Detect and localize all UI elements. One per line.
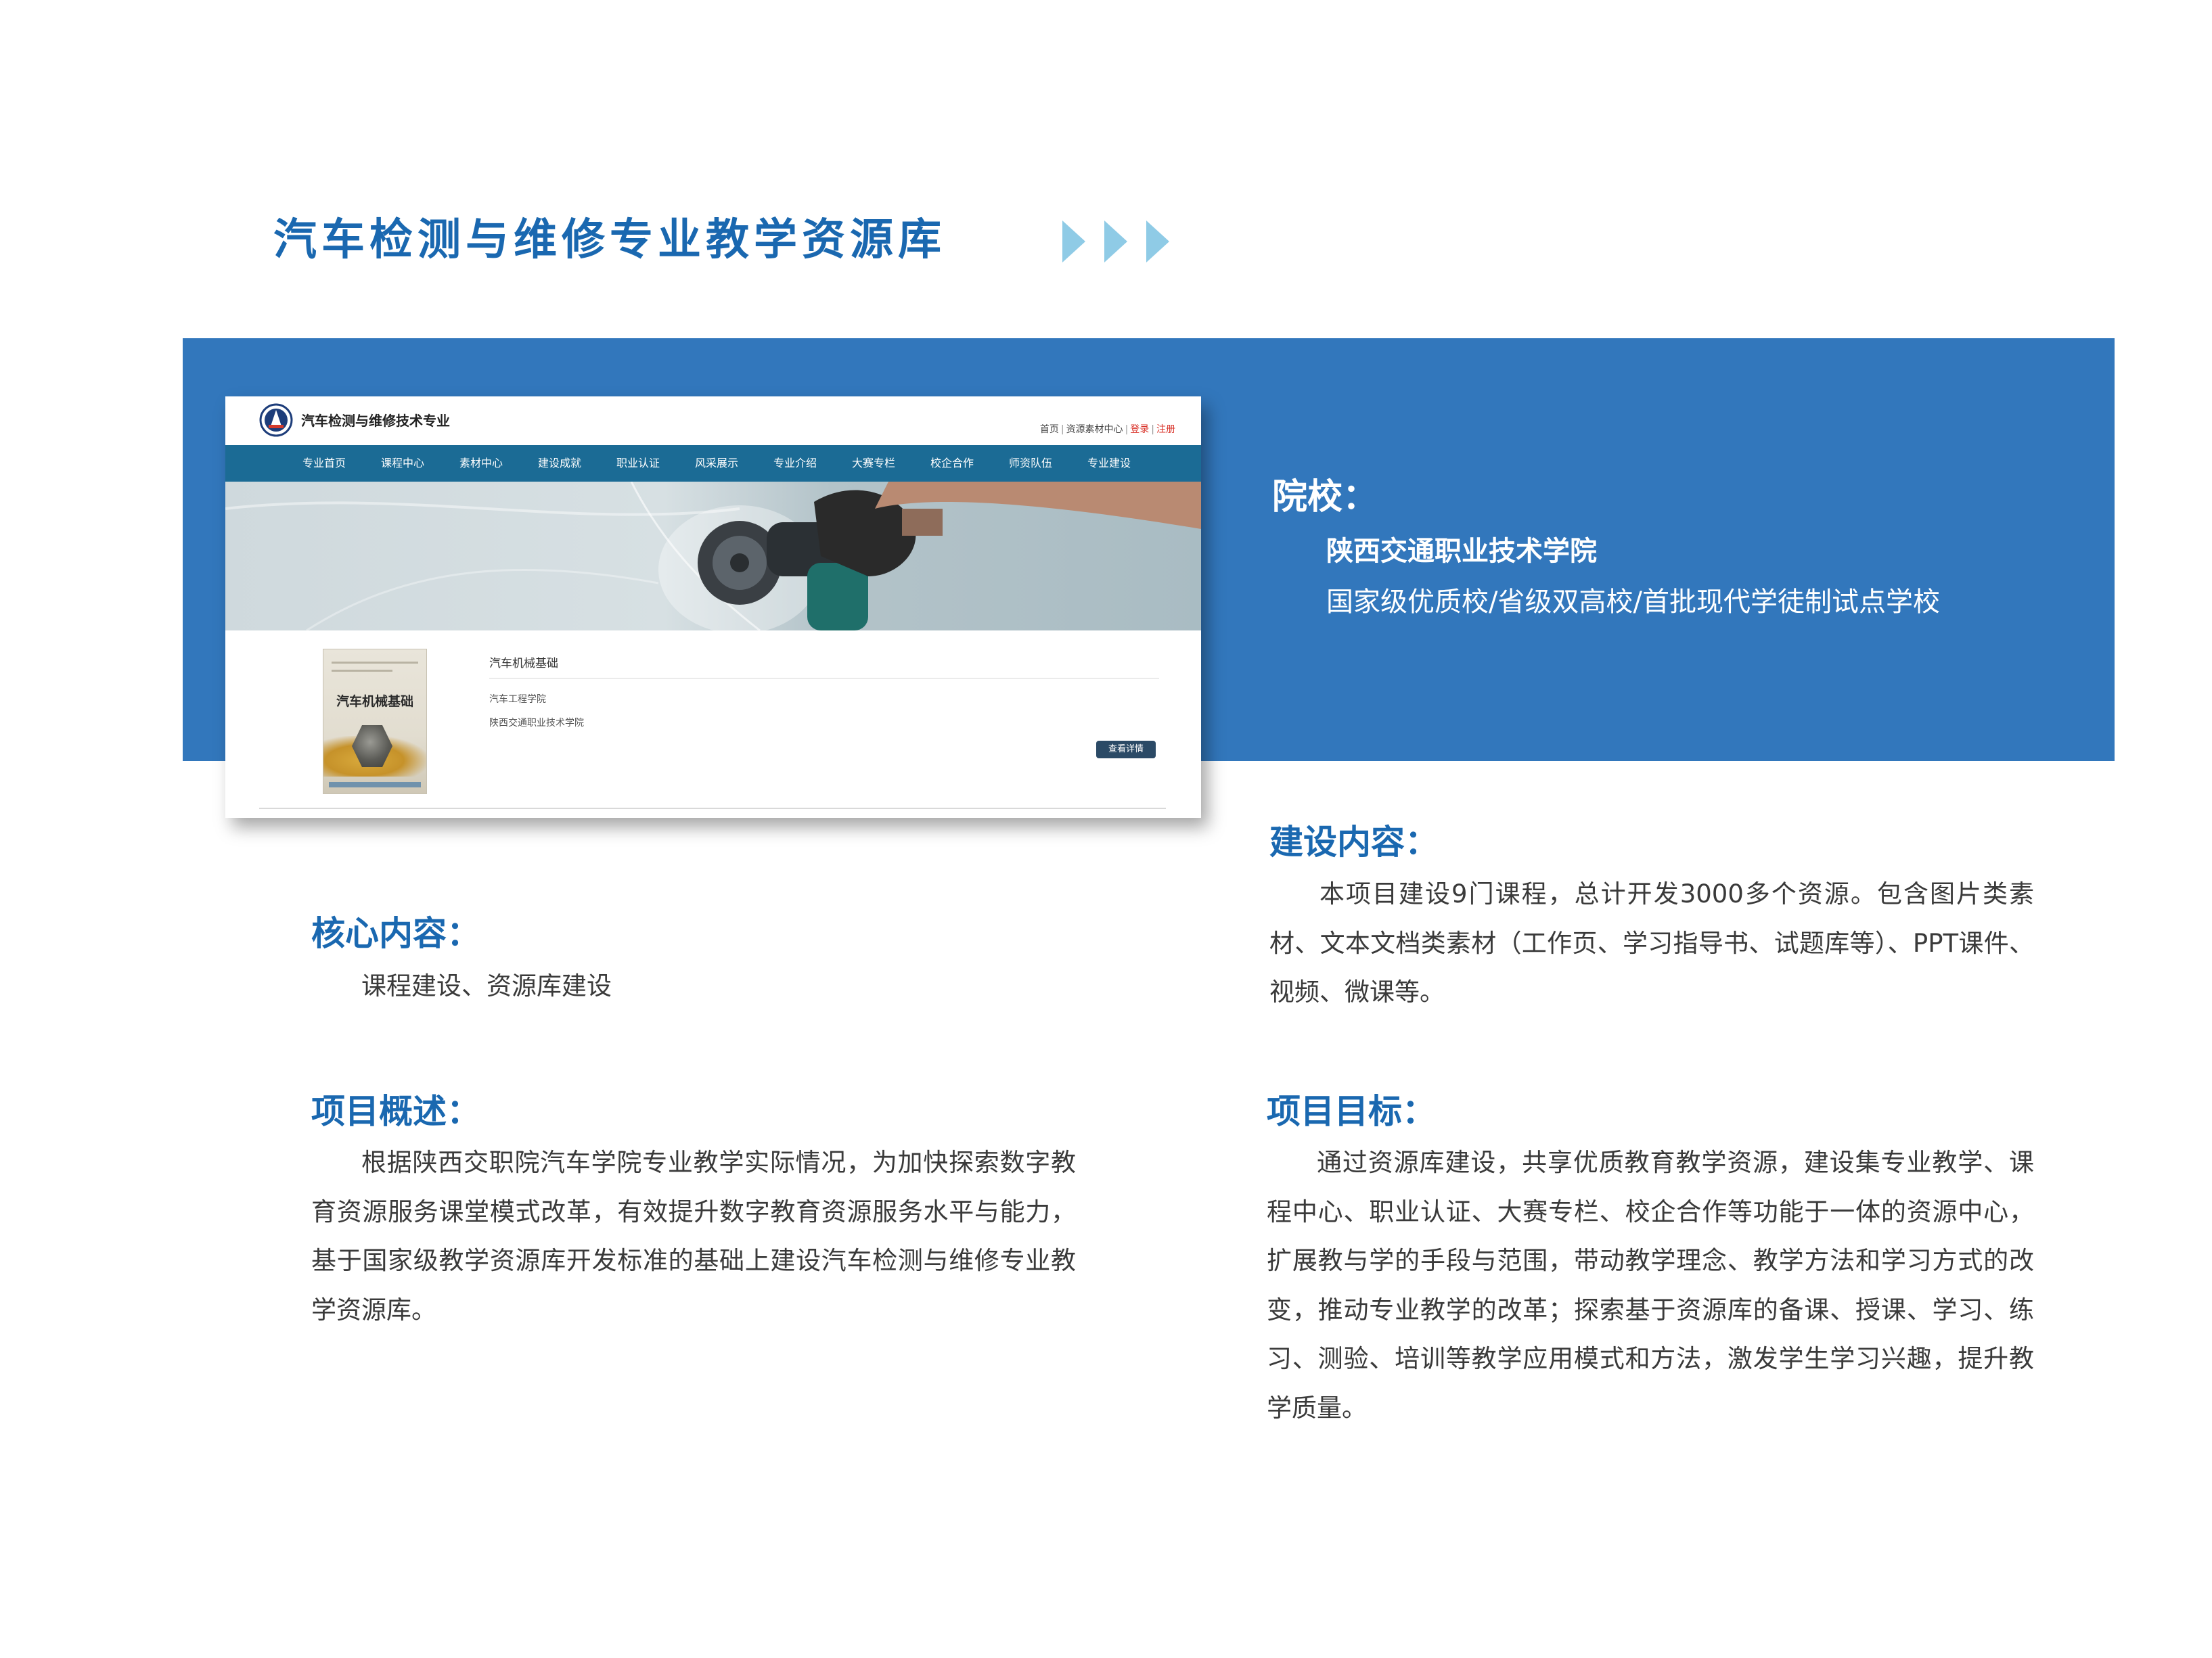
project-overview-title: 项目概述： [311, 1092, 480, 1131]
course-title[interactable]: 汽车机械基础 [489, 653, 558, 670]
nav-item-major-home[interactable]: 专业首页 [285, 445, 363, 482]
construction-content-body: 本项目建设9门课程，总计开发3000多个资源。包含图片类素材、文本文档类素材（工… [1269, 879, 2034, 1007]
course-department: 汽车工程学院 [489, 694, 546, 705]
divider [259, 808, 1166, 809]
book-cover-image: 汽车机械基础 [323, 649, 427, 794]
polisher-hand-image [225, 482, 1201, 630]
nav-item-course-center[interactable]: 课程中心 [363, 445, 442, 482]
nav-item-faculty[interactable]: 师资队伍 [991, 445, 1070, 482]
banner-image [225, 482, 1201, 630]
nav-item-competition[interactable]: 大赛专栏 [834, 445, 913, 482]
project-goal-title: 项目目标： [1267, 1092, 1436, 1131]
course-school: 陕西交通职业技术学院 [489, 718, 584, 729]
triple-arrow-icon [1062, 221, 1169, 262]
site-nav: 专业首页 课程中心 素材中心 建设成就 职业认证 风采展示 专业介绍 大赛专栏 … [225, 445, 1201, 482]
book-cover-title: 汽车机械基础 [336, 694, 413, 709]
core-content-title: 核心内容： [311, 914, 480, 953]
login-link[interactable]: 登录 [1130, 424, 1149, 435]
website-screenshot: 汽车检测与维修技术专业 首页 | 资源素材中心 | 登录 | 注册 专业首页 课程中心 素材… [225, 396, 1201, 818]
school-description: 国家级优质校/省级双高校/首批现代学徒制试点学校 [1326, 586, 1940, 618]
site-header: 汽车检测与维修技术专业 首页 | 资源素材中心 | 登录 | 注册 [225, 396, 1201, 445]
nav-item-material-center[interactable]: 素材中心 [442, 445, 520, 482]
core-content-body: 课程建设、资源库建设 [361, 971, 612, 1000]
page-title: 汽车检测与维修专业教学资源库 [273, 215, 946, 265]
school-logo-icon [259, 403, 293, 437]
nav-item-achievements[interactable]: 建设成就 [520, 445, 599, 482]
project-overview-body: 根据陕西交职院汽车学院专业教学实际情况，为加快探索数字教育资源服务课堂模式改革，… [311, 1148, 1076, 1325]
home-link[interactable]: 首页 [1040, 424, 1059, 435]
material-center-link[interactable]: 资源素材中心 [1066, 424, 1123, 435]
school-name: 陕西交通职业技术学院 [1326, 536, 1597, 567]
nav-item-major-intro[interactable]: 专业介绍 [756, 445, 834, 482]
view-details-button[interactable]: 查看详情 [1096, 741, 1156, 758]
project-goal-body: 通过资源库建设，共享优质教育教学资源，建设集专业教学、课程中心、职业认证、大赛专… [1267, 1148, 2034, 1423]
school-label: 院校： [1272, 477, 1378, 517]
nav-item-major-building[interactable]: 专业建设 [1070, 445, 1148, 482]
nav-item-school-enterprise[interactable]: 校企合作 [913, 445, 991, 482]
construction-content-title: 建设内容： [1269, 823, 1439, 862]
nav-item-certification[interactable]: 职业认证 [599, 445, 677, 482]
nav-item-showcase[interactable]: 风采展示 [677, 445, 756, 482]
register-link[interactable]: 注册 [1156, 424, 1175, 435]
site-title: 汽车检测与维修技术专业 [301, 413, 450, 429]
top-links: 首页 | 资源素材中心 | 登录 | 注册 [1039, 424, 1175, 435]
